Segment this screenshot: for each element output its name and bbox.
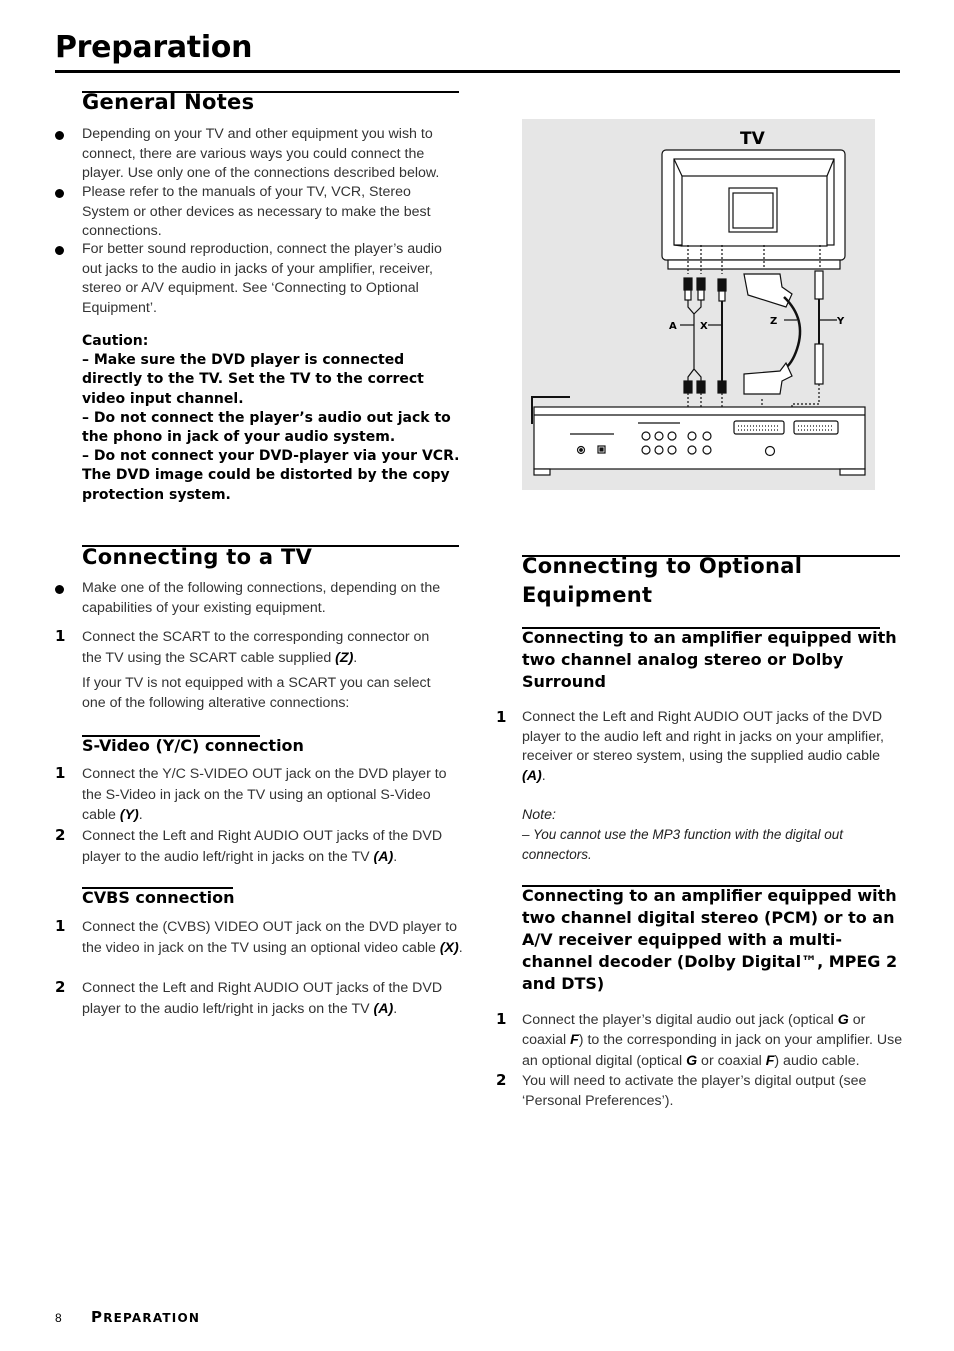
svideo-step: Connect the Left and Right AUDIO OUT jac… <box>82 828 443 865</box>
bullet-icon <box>55 585 64 594</box>
step-number: 1 <box>496 1010 507 1028</box>
general-notes-heading: General Notes <box>82 90 255 114</box>
coaxial-ref: F <box>570 1032 579 1049</box>
digital-step: Connect the player’s digital audio out j… <box>522 1012 903 1069</box>
cable-label-x: X <box>700 321 708 332</box>
scart-plug-bottom <box>743 361 793 395</box>
cable-label-a: A <box>669 321 677 332</box>
tv-illustration <box>661 149 846 270</box>
optical-ref: G <box>837 1012 849 1028</box>
note-label: Note: <box>522 807 556 823</box>
caution-label: Caution: <box>82 333 149 349</box>
caution-line: – Do not connect your DVD-player via you… <box>82 448 460 503</box>
title-rule <box>55 70 900 73</box>
optional-equipment-heading: Connecting to Optional Equipment <box>522 554 803 607</box>
connecting-tv-heading: Connecting to a TV <box>82 545 313 569</box>
cvbs-step: Connect the Left and Right AUDIO OUT jac… <box>82 980 443 1017</box>
audio-cable-a <box>687 300 702 381</box>
scart-step: Connect the SCART to the corresponding c… <box>82 629 430 666</box>
step-number: 2 <box>55 978 66 996</box>
caution-block: Caution: – Make sure the DVD player is c… <box>82 332 462 505</box>
cable-label-y: Y <box>836 316 845 327</box>
connection-diagram-svg: TV A X Z Y <box>531 129 866 476</box>
page-title: Preparation <box>55 30 253 65</box>
bullet-icon <box>55 131 64 140</box>
mp3-note: Note: – You cannot use the MP3 function … <box>522 805 906 865</box>
connecting-tv-intro: Make one of the following connections, d… <box>82 580 441 616</box>
dvd-player-back-panel <box>531 396 866 476</box>
cable-ref: (A) <box>522 767 542 784</box>
svideo-step: Connect the Y/C S-VIDEO OUT jack on the … <box>82 766 447 823</box>
cable-ref: (X) <box>439 939 459 956</box>
cable-label-z: Z <box>770 316 777 327</box>
step-number: 1 <box>496 708 507 726</box>
general-note: For better sound reproduction, connect t… <box>82 241 442 316</box>
step-number: 2 <box>55 826 66 844</box>
caution-line: – Make sure the DVD player is connected … <box>82 352 424 407</box>
note-text: – You cannot use the MP3 function with t… <box>522 827 843 862</box>
step-number: 1 <box>55 917 66 935</box>
digital-step: You will need to activate the player’s d… <box>522 1073 867 1110</box>
step-number: 1 <box>55 764 66 782</box>
tv-base <box>667 259 841 270</box>
general-note: Please refer to the manuals of your TV, … <box>82 184 431 239</box>
caution-line: – Do not connect the player’s audio out … <box>82 409 451 446</box>
step-number: 1 <box>55 627 66 645</box>
bullet-icon <box>55 246 64 255</box>
cable-ref: (Y) <box>119 807 139 823</box>
rca-plugs-bottom <box>683 380 727 394</box>
page-number: 8 <box>55 1311 62 1325</box>
analog-amplifier-heading: Connecting to an amplifier equipped with… <box>522 628 897 691</box>
cable-ref: (A) <box>373 848 394 865</box>
bullet-icon <box>55 189 64 198</box>
scart-plug-top <box>743 273 793 308</box>
alt-connections-text: If your TV is not equipped with a SCART … <box>82 675 431 711</box>
cvbs-step: Connect the (CVBS) VIDEO OUT jack on the… <box>82 919 463 956</box>
optical-ref: G <box>686 1052 698 1069</box>
footer-section-label: PREPARATION <box>91 1308 201 1326</box>
general-note: Depending on your TV and other equipment… <box>82 126 440 181</box>
analog-step: Connect the Left and Right AUDIO OUT jac… <box>522 709 884 784</box>
digital-amplifier-heading: Connecting to an amplifier equipped with… <box>522 886 898 993</box>
scart-cable-z <box>783 296 802 371</box>
cable-ref: (Z) <box>335 650 354 666</box>
svideo-plug-bottom <box>814 343 824 385</box>
connection-diagram: TV A X Z Y <box>522 119 875 490</box>
cvbs-heading: CVBS connection <box>82 888 235 907</box>
svideo-out-jack <box>764 445 776 457</box>
svideo-plug-top <box>814 270 824 300</box>
cable-ref: (A) <box>373 1000 394 1017</box>
rca-plugs-top <box>683 277 727 302</box>
tv-label: TV <box>740 129 766 149</box>
svideo-heading: S-Video (Y/C) connection <box>82 736 304 755</box>
step-number: 2 <box>496 1071 507 1089</box>
